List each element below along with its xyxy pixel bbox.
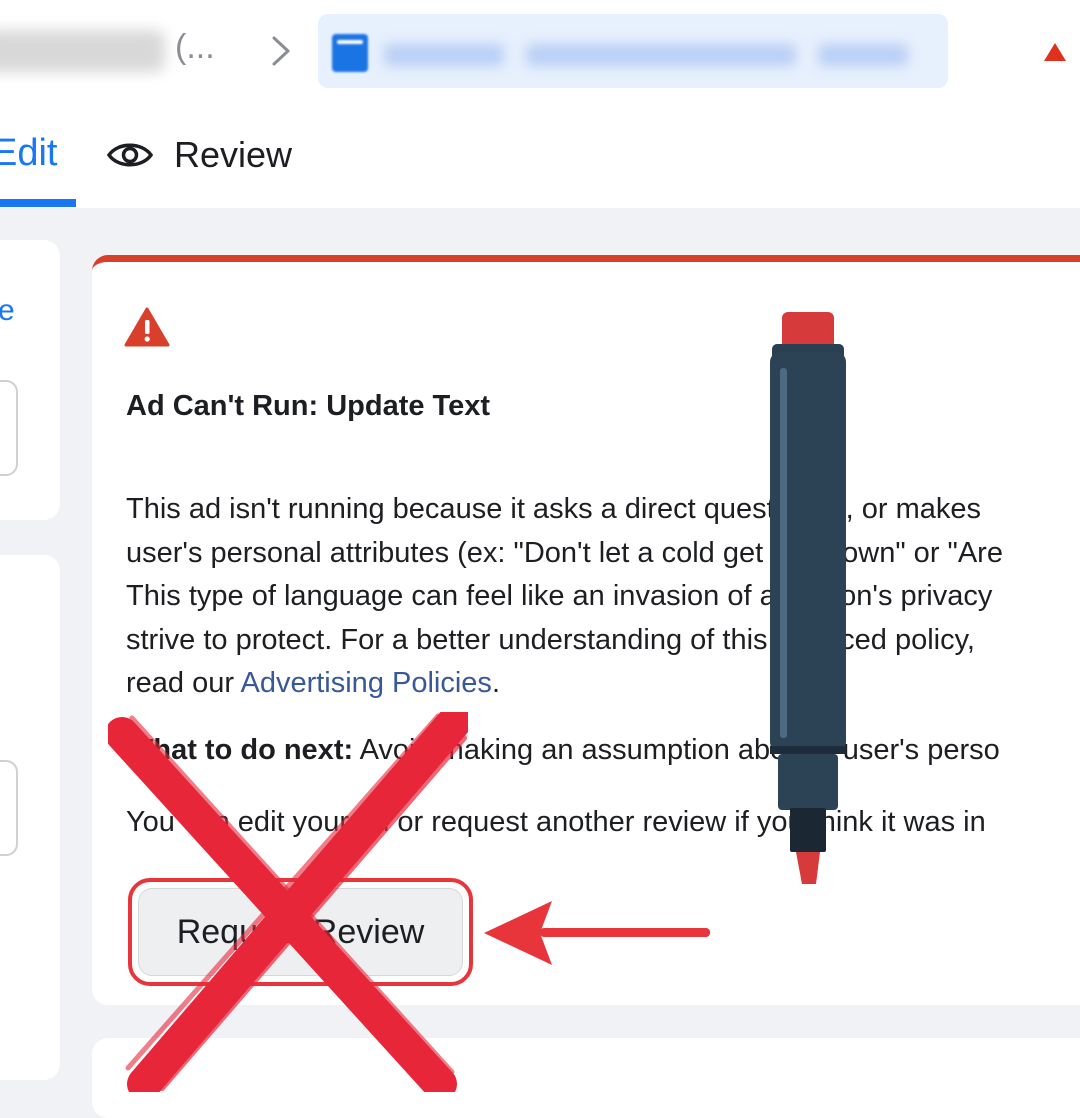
marker-pen-overlay	[770, 312, 846, 884]
alert-body-line: This ad isn't running because it asks a …	[126, 493, 982, 525]
tab-edit[interactable]: Edit	[0, 132, 57, 175]
sidebar-link[interactable]: e	[0, 294, 15, 328]
red-arrow-overlay	[484, 901, 710, 965]
tab-review[interactable]: Review	[106, 132, 292, 178]
advertising-policies-link[interactable]: Advertising Policies	[240, 667, 491, 699]
active-tab-indicator	[0, 199, 76, 207]
warning-triangle-icon	[124, 307, 170, 347]
warning-triangle-icon[interactable]	[1043, 42, 1067, 62]
eye-icon	[106, 143, 154, 167]
read-prefix: read our	[126, 667, 241, 699]
ad-icon	[332, 34, 368, 72]
left-input-field[interactable]	[0, 760, 18, 856]
read-suffix: .	[491, 667, 500, 699]
alert-title: Ad Can't Run: Update Text	[126, 390, 491, 422]
alert-body-line: read our Advertising Policies.	[126, 662, 1080, 706]
breadcrumb-ellipsis[interactable]: (...	[175, 28, 215, 67]
breadcrumb-account-blurred[interactable]	[0, 30, 165, 72]
chevron-right-icon	[272, 36, 290, 66]
breadcrumb-ad-pill[interactable]	[318, 14, 948, 88]
alert-body: This ad isn't running because it asks a …	[126, 488, 1080, 706]
blurred-text	[384, 44, 504, 66]
blurred-text	[526, 44, 796, 66]
red-x-overlay	[108, 712, 468, 1092]
tab-review-label: Review	[174, 134, 293, 175]
alert-body-line: user's personal attributes (ex: "Don't l…	[126, 536, 1003, 569]
blurred-text	[818, 44, 908, 66]
alert-body-line: strive to protect. For a better understa…	[126, 623, 975, 656]
left-input-field[interactable]	[0, 380, 18, 476]
alert-body-line: This type of language can feel like an i…	[126, 580, 993, 612]
